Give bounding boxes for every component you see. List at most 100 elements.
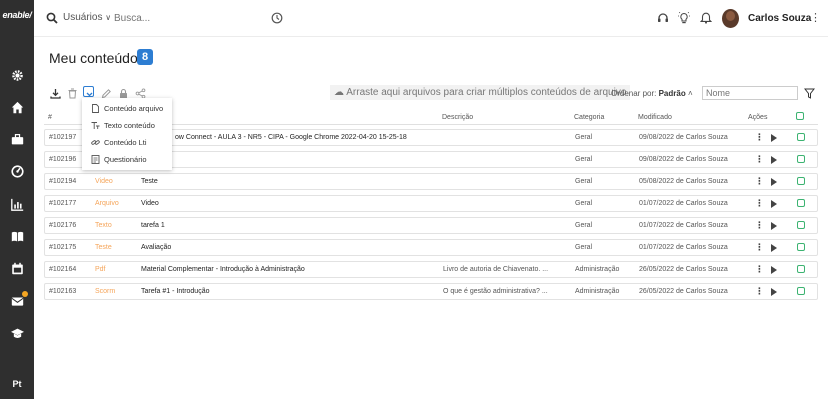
row-checkbox[interactable] <box>797 199 805 207</box>
upload-dropzone[interactable]: ☁ Arraste aqui arquivos para criar múlti… <box>330 85 631 100</box>
row-checkbox[interactable] <box>797 287 805 295</box>
search-input[interactable] <box>114 9 264 27</box>
row-category: Administração <box>575 266 620 273</box>
row-menu-icon[interactable]: ⋮ <box>755 154 764 165</box>
row-checkbox[interactable] <box>797 265 805 273</box>
more-options-icon[interactable]: ⋮ <box>810 11 821 24</box>
text-icon <box>91 122 100 129</box>
chart-icon[interactable] <box>9 196 25 212</box>
row-menu-icon[interactable]: ⋮ <box>755 198 764 209</box>
logo[interactable]: enable/ <box>0 10 34 20</box>
row-modified: 01/07/2022 de Carlos Souza <box>639 222 728 229</box>
row-title[interactable]: Tarefa #1 - Introdução <box>141 288 210 295</box>
row-category: Geral <box>575 178 593 185</box>
play-icon[interactable] <box>771 266 777 274</box>
row-modified: 26/05/2022 de Carlos Souza <box>639 266 728 273</box>
topbar: Usuários ∨ Carlos Souza ⋮ <box>34 0 828 37</box>
download-icon[interactable] <box>50 86 61 99</box>
mail-icon[interactable] <box>9 291 28 309</box>
search-icon[interactable] <box>46 12 58 24</box>
name-filter-input[interactable] <box>702 86 798 100</box>
row-checkbox[interactable] <box>797 133 805 141</box>
row-title[interactable]: Video <box>141 200 159 207</box>
select-all-checkbox[interactable] <box>796 112 804 120</box>
menu-item-label: Conteúdo arquivo <box>104 104 164 113</box>
briefcase-icon[interactable] <box>9 131 25 147</box>
table-row[interactable]: #102175 Teste Avaliação Geral 01/07/2022… <box>44 239 818 256</box>
trash-icon[interactable] <box>67 86 78 99</box>
play-icon[interactable] <box>771 200 777 208</box>
file-icon <box>92 104 99 113</box>
column-header-description[interactable]: Descrição <box>442 114 473 121</box>
row-checkbox[interactable] <box>797 243 805 251</box>
row-type: Scorm <box>95 288 116 295</box>
row-category: Geral <box>575 156 593 163</box>
gear-icon[interactable] <box>9 67 25 83</box>
row-modified: 26/05/2022 de Carlos Souza <box>639 288 728 295</box>
lock-icon[interactable] <box>118 86 129 99</box>
menu-item-conteudo-arquivo[interactable]: Conteúdo arquivo <box>82 100 172 117</box>
search-scope-select[interactable]: Usuários ∨ <box>63 12 111 23</box>
row-modified: 01/07/2022 de Carlos Souza <box>639 244 728 251</box>
row-category: Geral <box>575 200 593 207</box>
row-menu-icon[interactable]: ⋮ <box>755 242 764 253</box>
row-checkbox[interactable] <box>797 177 805 185</box>
row-title[interactable]: Avaliação <box>141 244 171 251</box>
play-icon[interactable] <box>771 288 777 296</box>
play-icon[interactable] <box>771 222 777 230</box>
table-row[interactable]: #102163 Scorm Tarefa #1 - Introdução O q… <box>44 283 818 300</box>
graduation-icon[interactable] <box>9 325 25 341</box>
user-name[interactable]: Carlos Souza <box>748 13 811 24</box>
row-checkbox[interactable] <box>797 221 805 229</box>
home-icon[interactable] <box>9 99 25 115</box>
book-icon[interactable] <box>9 228 25 244</box>
row-type: Arquivo <box>95 200 119 207</box>
menu-item-questionario[interactable]: Questionário <box>82 151 172 168</box>
play-icon[interactable] <box>771 178 777 186</box>
calendar-icon[interactable] <box>9 260 25 276</box>
table-row[interactable]: #102177 Arquivo Video Geral 01/07/2022 d… <box>44 195 818 212</box>
sidebar: enable/ Pt <box>0 0 34 399</box>
row-menu-icon[interactable]: ⋮ <box>755 176 764 187</box>
row-title[interactable]: tarefa 1 <box>141 222 165 229</box>
share-icon[interactable] <box>135 86 146 99</box>
language-selector[interactable]: Pt <box>0 379 34 389</box>
sort-selector[interactable]: Ordenar por: Padrão ˄ <box>611 89 693 98</box>
row-category: Geral <box>575 222 593 229</box>
row-menu-icon[interactable]: ⋮ <box>755 220 764 231</box>
row-title[interactable]: Material Complementar - Introdução à Adm… <box>141 266 305 273</box>
link-icon <box>91 140 100 145</box>
row-id: #102164 <box>49 266 77 273</box>
table-row[interactable]: #102194 Video Teste Geral 05/08/2022 de … <box>44 173 818 190</box>
menu-item-conteudo-lti[interactable]: Conteúdo Lti <box>82 134 172 151</box>
row-menu-icon[interactable]: ⋮ <box>755 286 764 297</box>
bell-icon[interactable] <box>700 12 712 24</box>
menu-item-texto-conteudo[interactable]: Texto conteúdo <box>82 117 172 134</box>
column-header-category[interactable]: Categoria <box>574 114 604 121</box>
row-menu-icon[interactable]: ⋮ <box>755 264 764 275</box>
dashboard-icon[interactable] <box>9 163 25 179</box>
filter-icon[interactable] <box>804 88 815 99</box>
row-menu-icon[interactable]: ⋮ <box>755 132 764 143</box>
edit-icon[interactable] <box>101 86 112 99</box>
table-row[interactable]: #102176 Texto tarefa 1 Geral 01/07/2022 … <box>44 217 818 234</box>
row-checkbox[interactable] <box>797 155 805 163</box>
row-id: #102175 <box>49 244 77 251</box>
lightbulb-icon[interactable] <box>678 12 690 24</box>
content-count-badge: 8 <box>137 49 153 65</box>
row-title[interactable]: Teste <box>141 178 158 185</box>
headset-icon[interactable] <box>657 12 669 24</box>
history-icon[interactable] <box>271 12 283 24</box>
play-icon[interactable] <box>771 134 777 142</box>
row-modified: 09/08/2022 de Carlos Souza <box>639 134 728 141</box>
add-content-icon[interactable] <box>83 86 94 97</box>
chevron-up-icon: ˄ <box>687 89 693 98</box>
row-description: Livro de autoria de Chiavenato. ... <box>443 266 549 273</box>
avatar[interactable] <box>722 9 739 28</box>
play-icon[interactable] <box>771 156 777 164</box>
row-title[interactable]: ow Connect - AULA 3 - NR5 - CIPA - Googl… <box>175 134 407 141</box>
column-header-modified[interactable]: Modificado <box>638 114 672 121</box>
table-row[interactable]: #102164 Pdf Material Complementar - Intr… <box>44 261 818 278</box>
column-header-id[interactable]: # <box>48 114 52 121</box>
play-icon[interactable] <box>771 244 777 252</box>
